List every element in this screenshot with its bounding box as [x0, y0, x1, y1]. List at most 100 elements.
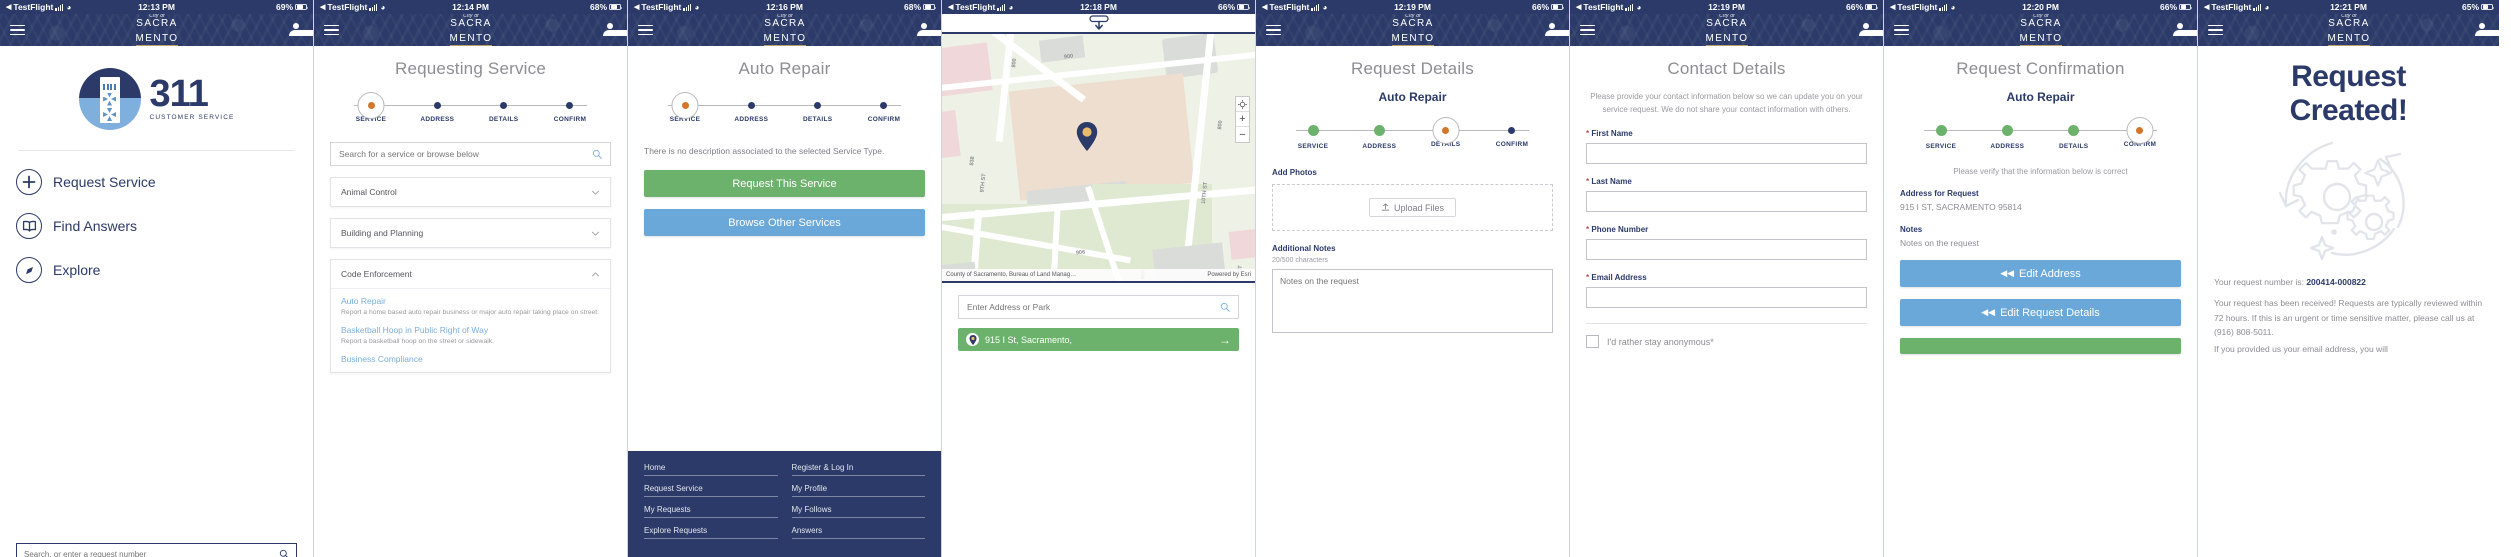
accordion-building-planning[interactable]: Building and Planning: [330, 218, 611, 248]
upload-files-button[interactable]: Upload Files: [1368, 198, 1457, 217]
request-service-menu-item[interactable]: Request Service: [16, 169, 297, 195]
accordion-header[interactable]: Code Enforcement: [331, 260, 610, 288]
locate-icon[interactable]: [1236, 97, 1249, 112]
battery-icon: [1865, 3, 1879, 11]
account-icon[interactable]: [289, 23, 313, 37]
step-confirm[interactable]: CONFIRM: [859, 92, 909, 123]
address-search-box[interactable]: [958, 295, 1239, 319]
menu-icon[interactable]: [2208, 24, 2223, 36]
step-address[interactable]: ADDRESS: [726, 92, 776, 123]
status-right: 68%: [904, 2, 937, 12]
step-service[interactable]: SERVICE: [660, 92, 710, 123]
footer-link-answers[interactable]: Answers: [791, 526, 925, 539]
menu-icon[interactable]: [1894, 24, 1909, 36]
step-confirm[interactable]: CONFIRM: [1487, 117, 1537, 150]
anonymous-checkbox[interactable]: [1586, 335, 1599, 349]
footer-link-my-requests[interactable]: My Requests: [644, 505, 778, 518]
footer-link-register[interactable]: Register & Log In: [791, 463, 925, 476]
app-header: City of SACRA MENTO: [314, 14, 627, 46]
first-name-label: * First Name: [1586, 129, 1867, 138]
menu-icon[interactable]: [1580, 24, 1595, 36]
request-this-service-button[interactable]: Request This Service: [644, 170, 925, 198]
service-name-link[interactable]: Basketball Hoop in Public Right of Way: [341, 325, 600, 336]
browse-other-services-button[interactable]: Browse Other Services: [644, 209, 925, 237]
step-address[interactable]: ADDRESS: [412, 92, 462, 123]
edit-request-details-button[interactable]: ◀◀ Edit Request Details: [1900, 299, 2181, 326]
field-label-text: Phone Number: [1591, 225, 1649, 235]
account-icon[interactable]: [603, 23, 627, 37]
brand-city-label: City of: [777, 14, 793, 19]
menu-icon[interactable]: [638, 24, 653, 36]
search-icon: [279, 549, 288, 557]
footer-link-explore-requests[interactable]: Explore Requests: [644, 526, 778, 539]
service-name-link[interactable]: Auto Repair: [341, 296, 600, 307]
zoom-in-button[interactable]: +: [1236, 112, 1249, 127]
menu-icon[interactable]: [1266, 24, 1281, 36]
step-details[interactable]: DETAILS: [2049, 117, 2099, 150]
step-address[interactable]: ADDRESS: [1354, 117, 1404, 150]
last-name-field[interactable]: [1586, 191, 1867, 213]
progress-stepper: SERVICE ADDRESS DETAILS CONFIRM: [644, 92, 925, 130]
step-details[interactable]: DETAILS: [793, 92, 843, 123]
service-search-input[interactable]: [339, 149, 592, 159]
account-icon[interactable]: [2173, 23, 2197, 37]
service-item[interactable]: Auto Repair Report a home based auto rep…: [341, 296, 600, 318]
service-search-box[interactable]: [330, 142, 611, 166]
footer-link-my-profile[interactable]: My Profile: [791, 484, 925, 497]
zoom-out-button[interactable]: −: [1236, 127, 1249, 142]
step-dot: [814, 102, 822, 109]
step-details[interactable]: DETAILS: [1421, 117, 1471, 150]
email-field[interactable]: [1586, 287, 1867, 309]
notes-textarea[interactable]: [1272, 269, 1553, 333]
accordion-header[interactable]: Animal Control: [331, 178, 610, 206]
step-service[interactable]: SERVICE: [346, 92, 396, 123]
accordion-code-enforcement[interactable]: Code Enforcement Auto Repair Report a ho…: [330, 259, 611, 373]
phone-number-field[interactable]: [1586, 239, 1867, 261]
first-name-field[interactable]: [1586, 143, 1867, 165]
explore-menu-item[interactable]: Explore: [16, 257, 297, 283]
status-bar: ◀ TestFlight ◕ 12:14 PM 68%: [314, 0, 627, 14]
step-confirm[interactable]: CONFIRM: [545, 92, 595, 123]
selected-address-button[interactable]: 915 I St, Sacramento, →: [958, 328, 1239, 351]
accordion-animal-control[interactable]: Animal Control: [330, 177, 611, 207]
clock-label: 12:18 PM: [1080, 2, 1117, 12]
step-service[interactable]: SERVICE: [1916, 117, 1966, 150]
footer-link-my-follows[interactable]: My Follows: [791, 505, 925, 518]
step-details[interactable]: DETAILS: [479, 92, 529, 123]
account-icon[interactable]: [2475, 23, 2499, 37]
footer-link-request-service[interactable]: Request Service: [644, 484, 778, 497]
anonymous-label: I'd rather stay anonymous*: [1607, 336, 1714, 347]
step-confirm[interactable]: CONFIRM: [2115, 117, 2165, 150]
edit-address-button[interactable]: ◀◀ Edit Address: [1900, 260, 2181, 287]
menu-icon[interactable]: [324, 24, 339, 36]
brand-line1-label: SACRA: [2020, 18, 2062, 29]
add-photos-label: Add Photos: [1272, 168, 1317, 177]
address-input[interactable]: [967, 302, 1220, 312]
required-marker: *: [1586, 273, 1590, 283]
footer-link-home[interactable]: Home: [644, 463, 778, 476]
pull-down-handle[interactable]: [942, 14, 1255, 34]
service-name-link[interactable]: Business Compliance: [341, 354, 600, 365]
brand-line1-label: SACRA: [2328, 18, 2370, 29]
find-answers-menu-item[interactable]: Find Answers: [16, 213, 297, 239]
map-controls[interactable]: + −: [1235, 96, 1250, 143]
account-icon[interactable]: [917, 23, 941, 37]
home-search-box[interactable]: [16, 543, 297, 557]
account-icon[interactable]: [1859, 23, 1883, 37]
address-map[interactable]: 900 800 838 9TH ST 10TH ST 800 906 900 S…: [942, 34, 1255, 281]
accordion-header[interactable]: Building and Planning: [331, 219, 610, 247]
step-address[interactable]: ADDRESS: [1982, 117, 2032, 150]
service-item[interactable]: Business Compliance: [341, 354, 600, 365]
service-item[interactable]: Basketball Hoop in Public Right of Way R…: [341, 325, 600, 347]
submit-request-button[interactable]: [1900, 338, 2181, 354]
battery-percent-label: 69%: [275, 2, 293, 12]
step-service[interactable]: SERVICE: [1288, 117, 1338, 150]
account-icon[interactable]: [1545, 23, 1569, 37]
anonymous-checkbox-row[interactable]: I'd rather stay anonymous*: [1586, 335, 1867, 349]
gears-illustration-icon: [2214, 137, 2483, 263]
address-entry-section: 915 I St, Sacramento, →: [942, 281, 1255, 351]
menu-icon[interactable]: [10, 24, 25, 36]
photo-dropzone[interactable]: Upload Files: [1272, 184, 1553, 231]
search-input[interactable]: [24, 549, 279, 557]
brand-line1-label: SACRA: [136, 18, 178, 29]
